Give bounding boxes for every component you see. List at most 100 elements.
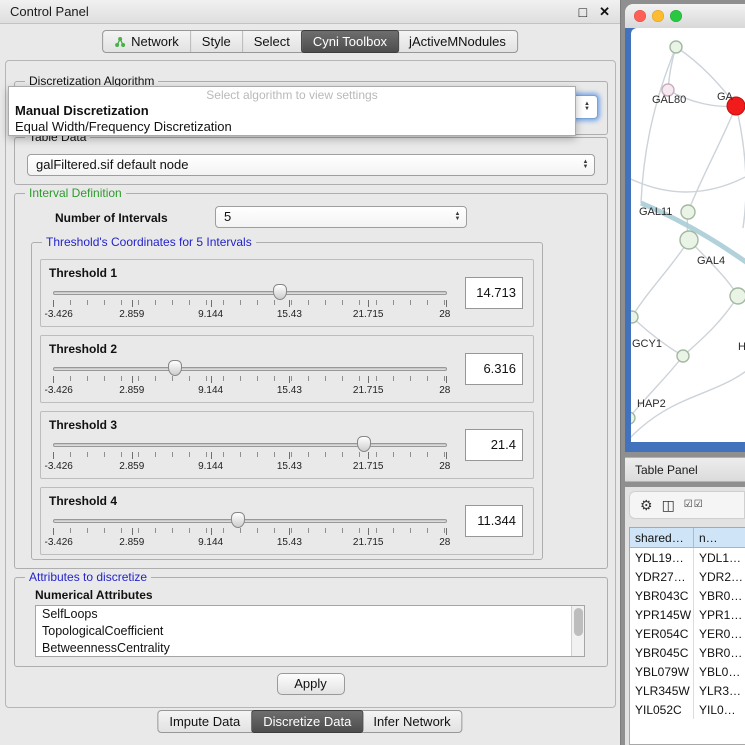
gear-icon[interactable]: ⚙: [640, 498, 653, 512]
network-node[interactable]: [631, 412, 635, 424]
tab-infer-network[interactable]: Infer Network: [362, 711, 461, 732]
tick-mark: [53, 528, 54, 535]
list-item[interactable]: SelfLoops: [36, 606, 584, 623]
number-of-intervals-combobox[interactable]: 5 ▲▼: [215, 206, 467, 228]
scrollbar-thumb[interactable]: [574, 608, 583, 636]
table-row[interactable]: YLR345WYLR3…: [630, 681, 745, 700]
tab-impute-data[interactable]: Impute Data: [158, 711, 252, 732]
table-row[interactable]: YDR27…YDR2…: [630, 567, 745, 586]
network-window-titlebar: [625, 4, 745, 28]
table-cell: YBR045C: [630, 643, 694, 662]
close-icon[interactable]: ✕: [599, 4, 610, 20]
table-row[interactable]: YDL19…YDL1…: [630, 548, 745, 567]
table-row[interactable]: YBR045CYBR0…: [630, 643, 745, 662]
threshold-value-field[interactable]: 11.344: [465, 505, 523, 537]
scale-label: 21.715: [353, 309, 384, 320]
slider-track[interactable]: [53, 291, 447, 295]
combobox-value: 5: [216, 207, 466, 227]
scrollbar[interactable]: [571, 606, 584, 656]
table-row[interactable]: YER054CYER0…: [630, 624, 745, 643]
slider-ticks: [53, 528, 447, 533]
tab-label: Impute Data: [169, 714, 240, 729]
network-canvas[interactable]: GAL80 GA GAL11 GAL4 GCY1 HAP2 H: [631, 28, 745, 442]
panel-title: Control Panel: [10, 4, 567, 19]
threshold-label: Threshold 3: [49, 418, 117, 432]
tick-mark: [289, 376, 290, 383]
scale-label: 2.859: [119, 537, 144, 548]
table-cell: YBR0…: [694, 643, 745, 662]
list-item[interactable]: BetweennessCentrality: [36, 640, 584, 657]
table-cell: YPR1…: [694, 605, 745, 624]
table-row[interactable]: YBR043CYBR0…: [630, 586, 745, 605]
threshold-value-field[interactable]: 21.4: [465, 429, 523, 461]
apply-button[interactable]: Apply: [277, 673, 345, 695]
tab-label: Network: [131, 34, 179, 49]
numerical-attributes-label: Numerical Attributes: [35, 588, 153, 602]
table-row[interactable]: YBL079WYBL0…: [630, 662, 745, 681]
slider-thumb[interactable]: [273, 284, 287, 300]
bottom-tab-bar: Impute Data Discretize Data Infer Networ…: [157, 710, 462, 733]
threshold-value-field[interactable]: 14.713: [465, 277, 523, 309]
threshold-label: Threshold 2: [49, 342, 117, 356]
table-cell: YBL079W: [630, 662, 694, 681]
slider-thumb[interactable]: [168, 360, 182, 376]
tab-style[interactable]: Style: [191, 31, 243, 52]
tick-mark: [368, 300, 369, 307]
scale-label: 21.715: [353, 461, 384, 472]
select-checkboxes-icon[interactable]: ☑☑: [684, 498, 704, 512]
threshold-slider[interactable]: -3.426 2.859 9.144 15.43 21.715 28: [53, 362, 447, 400]
column-header[interactable]: shared…: [630, 528, 694, 547]
network-node[interactable]: [681, 205, 695, 219]
network-node[interactable]: [730, 288, 745, 304]
dropdown-option-manual-discretization[interactable]: Manual Discretization: [9, 103, 575, 119]
table-cell: YDL19…: [630, 548, 694, 567]
float-window-icon[interactable]: □: [579, 4, 587, 20]
table-data-combobox[interactable]: galFiltered.sif default node ▲▼: [27, 154, 595, 176]
node-label: GAL4: [697, 255, 725, 267]
tab-discretize-data[interactable]: Discretize Data: [251, 710, 363, 733]
tab-network[interactable]: Network: [103, 31, 191, 52]
threshold-value-field[interactable]: 6.316: [465, 353, 523, 385]
threshold-slider[interactable]: -3.426 2.859 9.144 15.43 21.715 28: [53, 514, 447, 552]
tick-mark: [446, 376, 447, 383]
network-node[interactable]: [631, 311, 638, 323]
tick-mark: [211, 376, 212, 383]
tick-mark: [132, 528, 133, 535]
slider-track[interactable]: [53, 367, 447, 371]
table-cell: YBR043C: [630, 586, 694, 605]
slider-thumb[interactable]: [357, 436, 371, 452]
dropdown-option-equal-width[interactable]: Equal Width/Frequency Discretization: [9, 119, 575, 135]
table-cell: YDR2…: [694, 567, 745, 586]
tick-mark: [368, 376, 369, 383]
column-header[interactable]: n…: [694, 528, 745, 547]
zoom-traffic-light-icon[interactable]: [670, 10, 682, 22]
threshold-slider[interactable]: -3.426 2.859 9.144 15.43 21.715 28: [53, 438, 447, 476]
slider-thumb[interactable]: [231, 512, 245, 528]
attributes-group: Attributes to discretize Numerical Attri…: [14, 577, 608, 667]
tab-jactivemnodules[interactable]: jActiveMNodules: [398, 31, 517, 52]
network-node[interactable]: [680, 231, 698, 249]
scale-label: -3.426: [44, 537, 72, 548]
table-panel-header: Table Panel: [625, 457, 745, 482]
network-node[interactable]: [677, 350, 689, 362]
close-traffic-light-icon[interactable]: [634, 10, 646, 22]
columns-icon[interactable]: ◫: [662, 498, 675, 512]
table-row[interactable]: YPR145WYPR1…: [630, 605, 745, 624]
slider-track[interactable]: [53, 443, 447, 447]
group-title: Interval Definition: [25, 186, 126, 200]
list-item[interactable]: TopologicalCoefficient: [36, 623, 584, 640]
scale-label: 21.715: [353, 385, 384, 396]
tab-select[interactable]: Select: [243, 31, 302, 52]
dropdown-placeholder: Select algorithm to view settings: [9, 87, 575, 103]
table-cell: YIL052C: [630, 700, 694, 719]
tab-cyni-toolbox[interactable]: Cyni Toolbox: [301, 30, 399, 53]
table-cell: YLR3…: [694, 681, 745, 700]
table-row[interactable]: YIL052CYIL0…: [630, 700, 745, 719]
node-label: GAL80: [652, 94, 686, 106]
top-tab-bar: Network Style Select Cyni Toolbox jActiv…: [102, 30, 518, 53]
slider-track[interactable]: [53, 519, 447, 523]
network-node[interactable]: [670, 41, 682, 53]
threshold-slider[interactable]: -3.426 2.859 9.144 15.43 21.715 28: [53, 286, 447, 324]
minimize-traffic-light-icon[interactable]: [652, 10, 664, 22]
node-label: HAP2: [637, 398, 666, 410]
